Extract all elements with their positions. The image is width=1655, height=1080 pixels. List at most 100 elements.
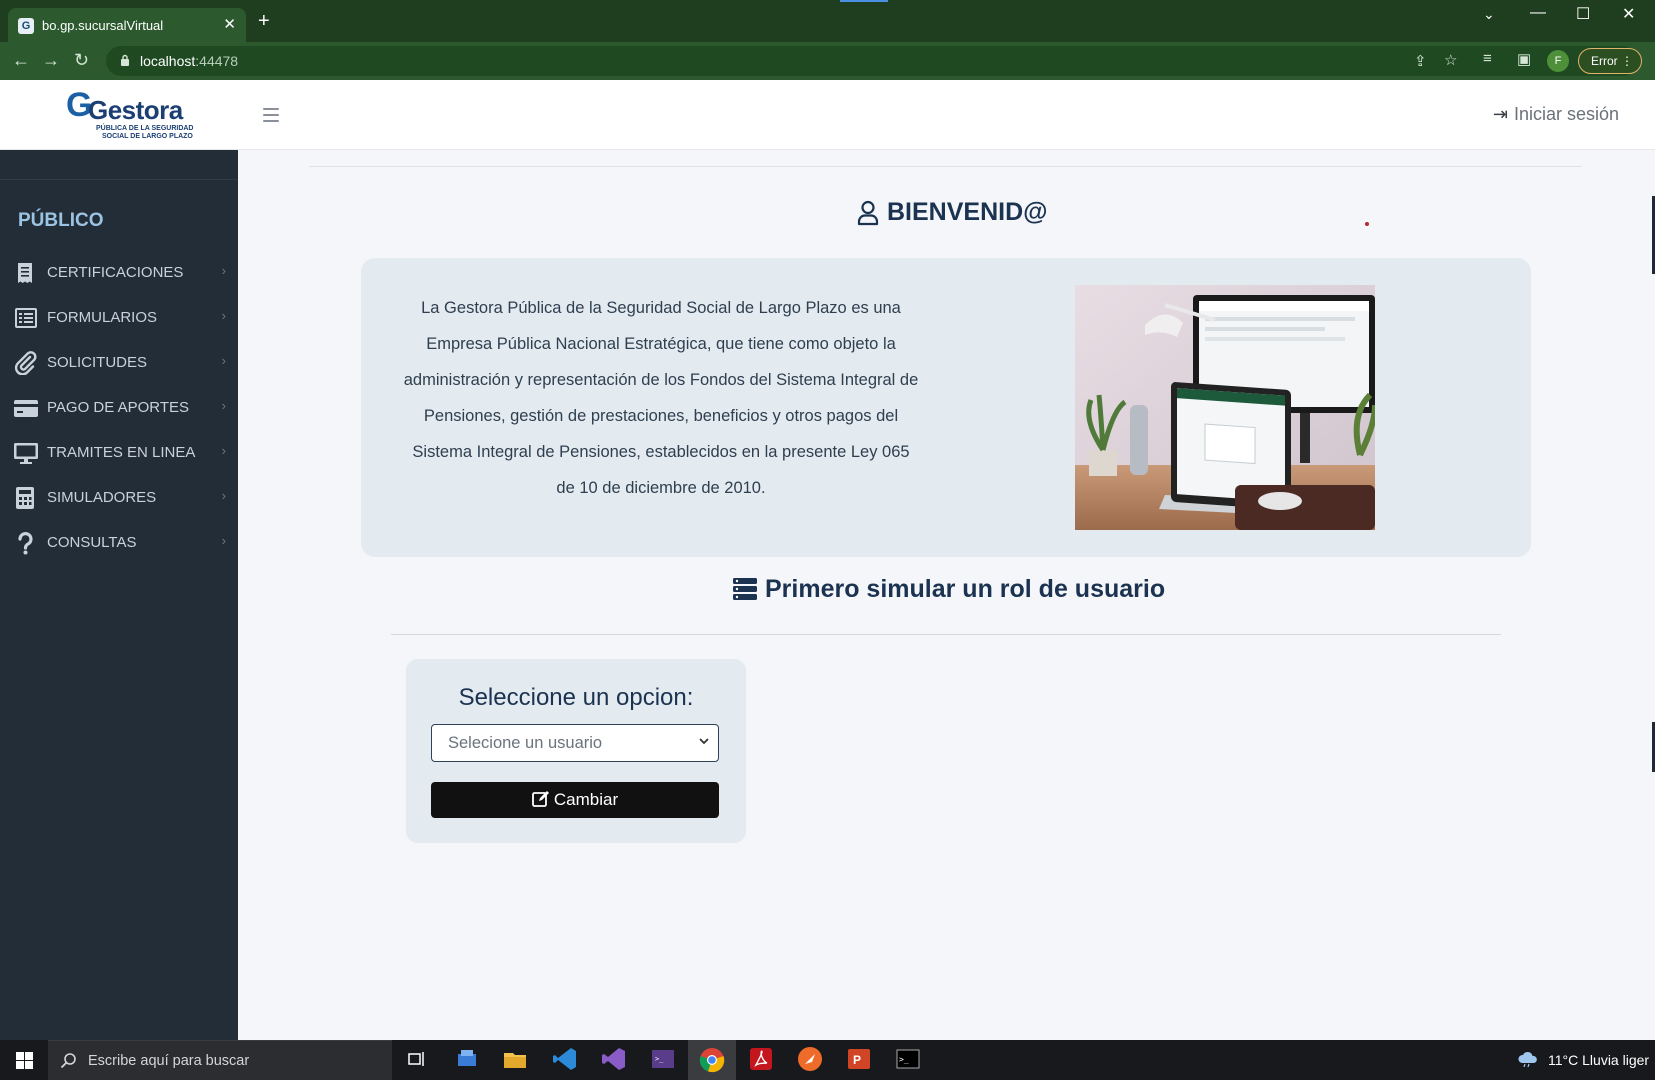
back-icon[interactable]: ← xyxy=(12,50,30,71)
chevron-right-icon: › xyxy=(221,533,226,548)
chrome-taskbar-button[interactable] xyxy=(688,1040,736,1080)
app-icon[interactable] xyxy=(454,1046,480,1072)
option-heading: Seleccione un opcion: xyxy=(458,684,694,711)
logo-subtitle-line1: PÚBLICA DE LA SEGURIDAD xyxy=(96,125,194,132)
windows-start-icon[interactable] xyxy=(16,1052,33,1069)
os-taskbar: Escribe aquí para buscar >_ P >_ 11°C Ll… xyxy=(0,1040,1655,1080)
chrome-icon xyxy=(699,1048,725,1073)
app-header: G Gestora PÚBLICA DE LA SEGURIDAD SOCIAL… xyxy=(0,80,1655,150)
visual-studio-icon[interactable] xyxy=(601,1046,627,1072)
chevron-right-icon: › xyxy=(221,398,226,413)
tab-search-chevron-icon[interactable]: ⌄ xyxy=(1483,6,1495,23)
sidebar-item-pago-de-aportes[interactable]: PAGO DE APORTES › xyxy=(0,387,238,427)
edit-icon xyxy=(531,791,549,807)
media-control-icon[interactable]: ≡ xyxy=(1483,50,1492,67)
question-icon xyxy=(18,532,33,555)
vscode-icon[interactable] xyxy=(552,1046,578,1072)
menu-toggle-icon[interactable] xyxy=(263,108,279,122)
receipt-icon xyxy=(18,263,32,283)
info-card: La Gestora Pública de la Seguridad Socia… xyxy=(361,258,1531,557)
gestora-logo[interactable]: G Gestora PÚBLICA DE LA SEGURIDAD SOCIAL… xyxy=(66,86,193,142)
sidebar-item-label: TRAMITES EN LINEA xyxy=(47,444,196,461)
bookmark-star-icon[interactable]: ☆ xyxy=(1444,51,1457,69)
sidebar: PÚBLICO CERTIFICACIONES › FORMULARIOS › … xyxy=(0,150,238,1040)
sidebar-section-title: PÚBLICO xyxy=(18,210,104,231)
sidebar-item-label: CERTIFICACIONES xyxy=(47,264,184,281)
sidebar-item-label: FORMULARIOS xyxy=(47,309,158,326)
close-window-icon[interactable]: ✕ xyxy=(1622,4,1635,24)
user-select-value: Selecione un usuario xyxy=(448,734,603,752)
chevron-down-icon xyxy=(699,738,709,745)
close-tab-icon[interactable]: ✕ xyxy=(223,15,236,33)
forward-icon[interactable]: → xyxy=(42,50,60,71)
address-bar[interactable]: localhost:44478 ⇪ ☆ xyxy=(106,46,1638,76)
chevron-right-icon: › xyxy=(221,353,226,368)
sidebar-item-label: SOLICITUDES xyxy=(47,354,148,371)
sidebar-item-consultas[interactable]: CONSULTAS › xyxy=(0,522,238,562)
content-divider-top xyxy=(309,166,1582,167)
cloud-rain-icon xyxy=(1518,1051,1537,1067)
tab-title: bo.gp.sucursalVirtual xyxy=(42,18,164,33)
terminal-app-icon[interactable]: >_ xyxy=(650,1046,676,1072)
error-label: Error xyxy=(1591,54,1618,68)
command-prompt-icon[interactable]: >_ xyxy=(895,1046,921,1072)
credit-card-icon xyxy=(14,400,38,417)
browser-tab[interactable]: G bo.gp.sucursalVirtual ✕ xyxy=(8,8,246,42)
form-list-icon xyxy=(15,308,37,328)
sign-in-icon: ⇥ xyxy=(1492,104,1508,124)
taskbar-search[interactable]: Escribe aquí para buscar xyxy=(48,1040,392,1080)
sidebar-item-label: PAGO DE APORTES xyxy=(47,399,189,416)
minimize-icon[interactable]: — xyxy=(1530,4,1546,22)
browser-tab-bar: G bo.gp.sucursalVirtual ✕ + ⌄ — ☐ ✕ xyxy=(0,0,1655,42)
role-select-card: Seleccione un opcion: Selecione un usuar… xyxy=(406,659,746,843)
user-icon xyxy=(857,200,879,226)
postman-icon[interactable] xyxy=(797,1046,823,1072)
decorative-dot xyxy=(1365,222,1369,226)
change-button[interactable]: Cambiar xyxy=(431,782,719,818)
desk-laptop-image xyxy=(1075,285,1375,530)
info-text: La Gestora Pública de la Seguridad Socia… xyxy=(403,299,919,497)
maximize-icon[interactable]: ☐ xyxy=(1576,4,1590,24)
browser-toolbar: ← → ↻ localhost:44478 ⇪ ☆ ≡ ▣ F Error ⋮ xyxy=(0,42,1655,80)
new-tab-button[interactable]: + xyxy=(258,11,270,31)
powerpoint-icon[interactable]: P xyxy=(846,1046,872,1072)
monitor-icon xyxy=(14,443,38,464)
svg-text:P: P xyxy=(853,1053,861,1067)
chevron-right-icon: › xyxy=(221,308,226,323)
server-icon xyxy=(733,578,757,600)
sidebar-item-formularios[interactable]: FORMULARIOS › xyxy=(0,297,238,337)
task-view-icon[interactable] xyxy=(403,1046,429,1072)
file-explorer-icon[interactable] xyxy=(502,1046,528,1072)
user-select[interactable]: Selecione un usuario xyxy=(431,724,719,762)
paperclip-icon xyxy=(14,351,37,375)
weather-text: 11°C Lluvia liger xyxy=(1548,1052,1650,1068)
profile-avatar[interactable]: F xyxy=(1547,50,1569,72)
sidebar-item-tramites-en-linea[interactable]: TRAMITES EN LINEA › xyxy=(0,432,238,472)
login-label: Iniciar sesión xyxy=(1513,104,1619,124)
lock-icon xyxy=(121,54,129,66)
url-port: :44478 xyxy=(195,53,239,69)
search-icon xyxy=(60,1053,76,1069)
more-menu-icon: ⋮ xyxy=(1621,54,1633,68)
sidebar-item-solicitudes[interactable]: SOLICITUDES › xyxy=(0,342,238,382)
calculator-icon xyxy=(16,487,34,509)
share-icon[interactable]: ⇪ xyxy=(1414,52,1427,70)
sidebar-item-label: CONSULTAS xyxy=(47,534,137,551)
sidebar-divider xyxy=(0,179,238,180)
simulate-role-title: Primero simular un rol de usuario xyxy=(765,575,1166,603)
tab-strip-indicator xyxy=(840,0,888,2)
content-divider xyxy=(391,634,1501,635)
error-badge[interactable]: Error ⋮ xyxy=(1578,48,1642,74)
reload-icon[interactable]: ↻ xyxy=(74,50,89,71)
taskbar-search-placeholder: Escribe aquí para buscar xyxy=(88,1053,250,1069)
chevron-right-icon: › xyxy=(221,443,226,458)
login-link[interactable]: ⇥ Iniciar sesión xyxy=(1493,104,1619,125)
sidebar-item-simuladores[interactable]: SIMULADORES › xyxy=(0,477,238,517)
welcome-title: BIENVENID@ xyxy=(887,198,1048,226)
svg-text:>_: >_ xyxy=(899,1055,909,1064)
sidebar-item-certificaciones[interactable]: CERTIFICACIONES › xyxy=(0,252,238,292)
chevron-right-icon: › xyxy=(221,488,226,503)
svg-text:>_: >_ xyxy=(655,1055,664,1063)
acrobat-icon[interactable] xyxy=(748,1046,774,1072)
side-panel-icon[interactable]: ▣ xyxy=(1517,50,1531,68)
